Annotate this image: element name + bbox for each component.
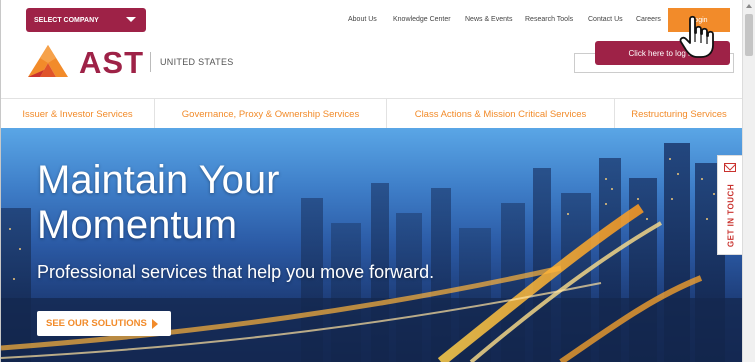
chevron-right-icon (152, 319, 158, 329)
envelope-icon (724, 163, 736, 172)
top-link-about[interactable]: About Us (348, 16, 377, 23)
scroll-up-icon[interactable] (746, 4, 752, 8)
top-link-news-events[interactable]: News & Events (465, 16, 512, 23)
hand-pointer-icon (679, 15, 714, 58)
nav-issuer-investor[interactable]: Issuer & Investor Services (1, 99, 155, 129)
top-link-careers[interactable]: Careers (636, 16, 661, 23)
page: SELECT COMPANY About Us Knowledge Center… (0, 0, 742, 362)
top-link-knowledge-center[interactable]: Knowledge Center (393, 16, 451, 23)
hero-subtitle: Professional services that help you move… (37, 262, 435, 282)
see-solutions-button[interactable]: SEE OUR SOLUTIONS (37, 311, 171, 336)
ast-logo-icon[interactable] (26, 44, 70, 78)
scrollbar-thumb[interactable] (745, 14, 753, 56)
nav-governance-proxy[interactable]: Governance, Proxy & Ownership Services (155, 99, 387, 129)
vertical-scrollbar[interactable] (742, 0, 755, 362)
nav-restructuring[interactable]: Restructuring Services (615, 99, 742, 129)
get-in-touch-tab[interactable]: GET IN TOUCH (717, 155, 742, 255)
nav-class-actions[interactable]: Class Actions & Mission Critical Service… (387, 99, 615, 129)
hero-title-line-1: Maintain Your (37, 158, 280, 202)
hero-title-line-2: Momentum (37, 203, 238, 247)
logo-divider (150, 52, 151, 72)
get-in-touch-label: GET IN TOUCH (726, 183, 736, 248)
hero-banner: Maintain Your Momentum Professional serv… (1, 128, 742, 362)
main-nav: Issuer & Investor Services Governance, P… (1, 98, 742, 129)
top-link-contact-us[interactable]: Contact Us (588, 16, 623, 23)
hero-title: Maintain Your Momentum (37, 158, 279, 248)
top-link-research-tools[interactable]: Research Tools (525, 16, 573, 23)
region-label: UNITED STATES (160, 57, 234, 67)
see-solutions-label: SEE OUR SOLUTIONS (46, 318, 147, 329)
brand-name[interactable]: AST (79, 45, 144, 81)
top-links: About Us Knowledge Center News & Events … (1, 16, 742, 28)
